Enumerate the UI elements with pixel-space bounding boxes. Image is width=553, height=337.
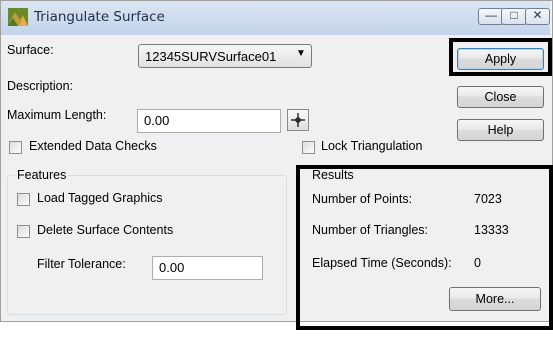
surface-dropdown[interactable]: 12345SURVSurface01 ▼ bbox=[138, 44, 312, 68]
help-button[interactable]: Help bbox=[457, 119, 544, 141]
pick-length-button[interactable] bbox=[287, 109, 309, 131]
extended-checks-label: Extended Data Checks bbox=[29, 139, 157, 153]
points-label: Number of Points: bbox=[312, 192, 413, 206]
max-length-input[interactable]: 0.00 bbox=[137, 109, 281, 133]
filter-tolerance-label: Filter Tolerance: bbox=[37, 257, 126, 271]
triangles-label: Number of Triangles: bbox=[312, 223, 429, 237]
window-title: Triangulate Surface bbox=[34, 9, 165, 25]
triangles-value: 13333 bbox=[474, 223, 509, 237]
lock-triangulation-checkbox[interactable] bbox=[302, 141, 315, 154]
delete-contents-checkbox[interactable] bbox=[17, 225, 30, 238]
points-value: 7023 bbox=[474, 192, 502, 206]
more-button[interactable]: More... bbox=[449, 287, 541, 311]
filter-tolerance-input[interactable]: 0.00 bbox=[152, 256, 263, 280]
apply-button[interactable]: Apply bbox=[457, 48, 544, 70]
delete-contents-label: Delete Surface Contents bbox=[37, 223, 174, 237]
load-tagged-label: Load Tagged Graphics bbox=[37, 191, 163, 205]
features-group-title: Features bbox=[15, 168, 69, 182]
extended-checks-checkbox[interactable] bbox=[9, 141, 22, 154]
elapsed-time-label: Elapsed Time (Seconds): bbox=[312, 256, 452, 270]
results-group-title: Results bbox=[312, 168, 354, 182]
app-icon bbox=[8, 8, 28, 26]
close-icon: ✕ bbox=[532, 8, 543, 22]
close-window-button[interactable]: ✕ bbox=[525, 8, 550, 25]
surface-dropdown-value: 12345SURVSurface01 bbox=[145, 49, 277, 64]
minimize-icon: — bbox=[485, 8, 497, 22]
max-length-label: Maximum Length: bbox=[7, 108, 107, 122]
lock-triangulation-label: Lock Triangulation bbox=[321, 139, 423, 153]
surface-label: Surface: bbox=[7, 43, 54, 57]
maximize-button[interactable]: □ bbox=[501, 8, 527, 25]
description-label: Description: bbox=[7, 79, 73, 93]
crosshair-icon bbox=[291, 113, 305, 127]
maximize-icon: □ bbox=[510, 8, 518, 22]
close-button[interactable]: Close bbox=[457, 86, 544, 108]
elapsed-time-value: 0 bbox=[474, 256, 481, 270]
load-tagged-checkbox[interactable] bbox=[17, 193, 30, 206]
chevron-down-icon: ▼ bbox=[296, 48, 306, 59]
